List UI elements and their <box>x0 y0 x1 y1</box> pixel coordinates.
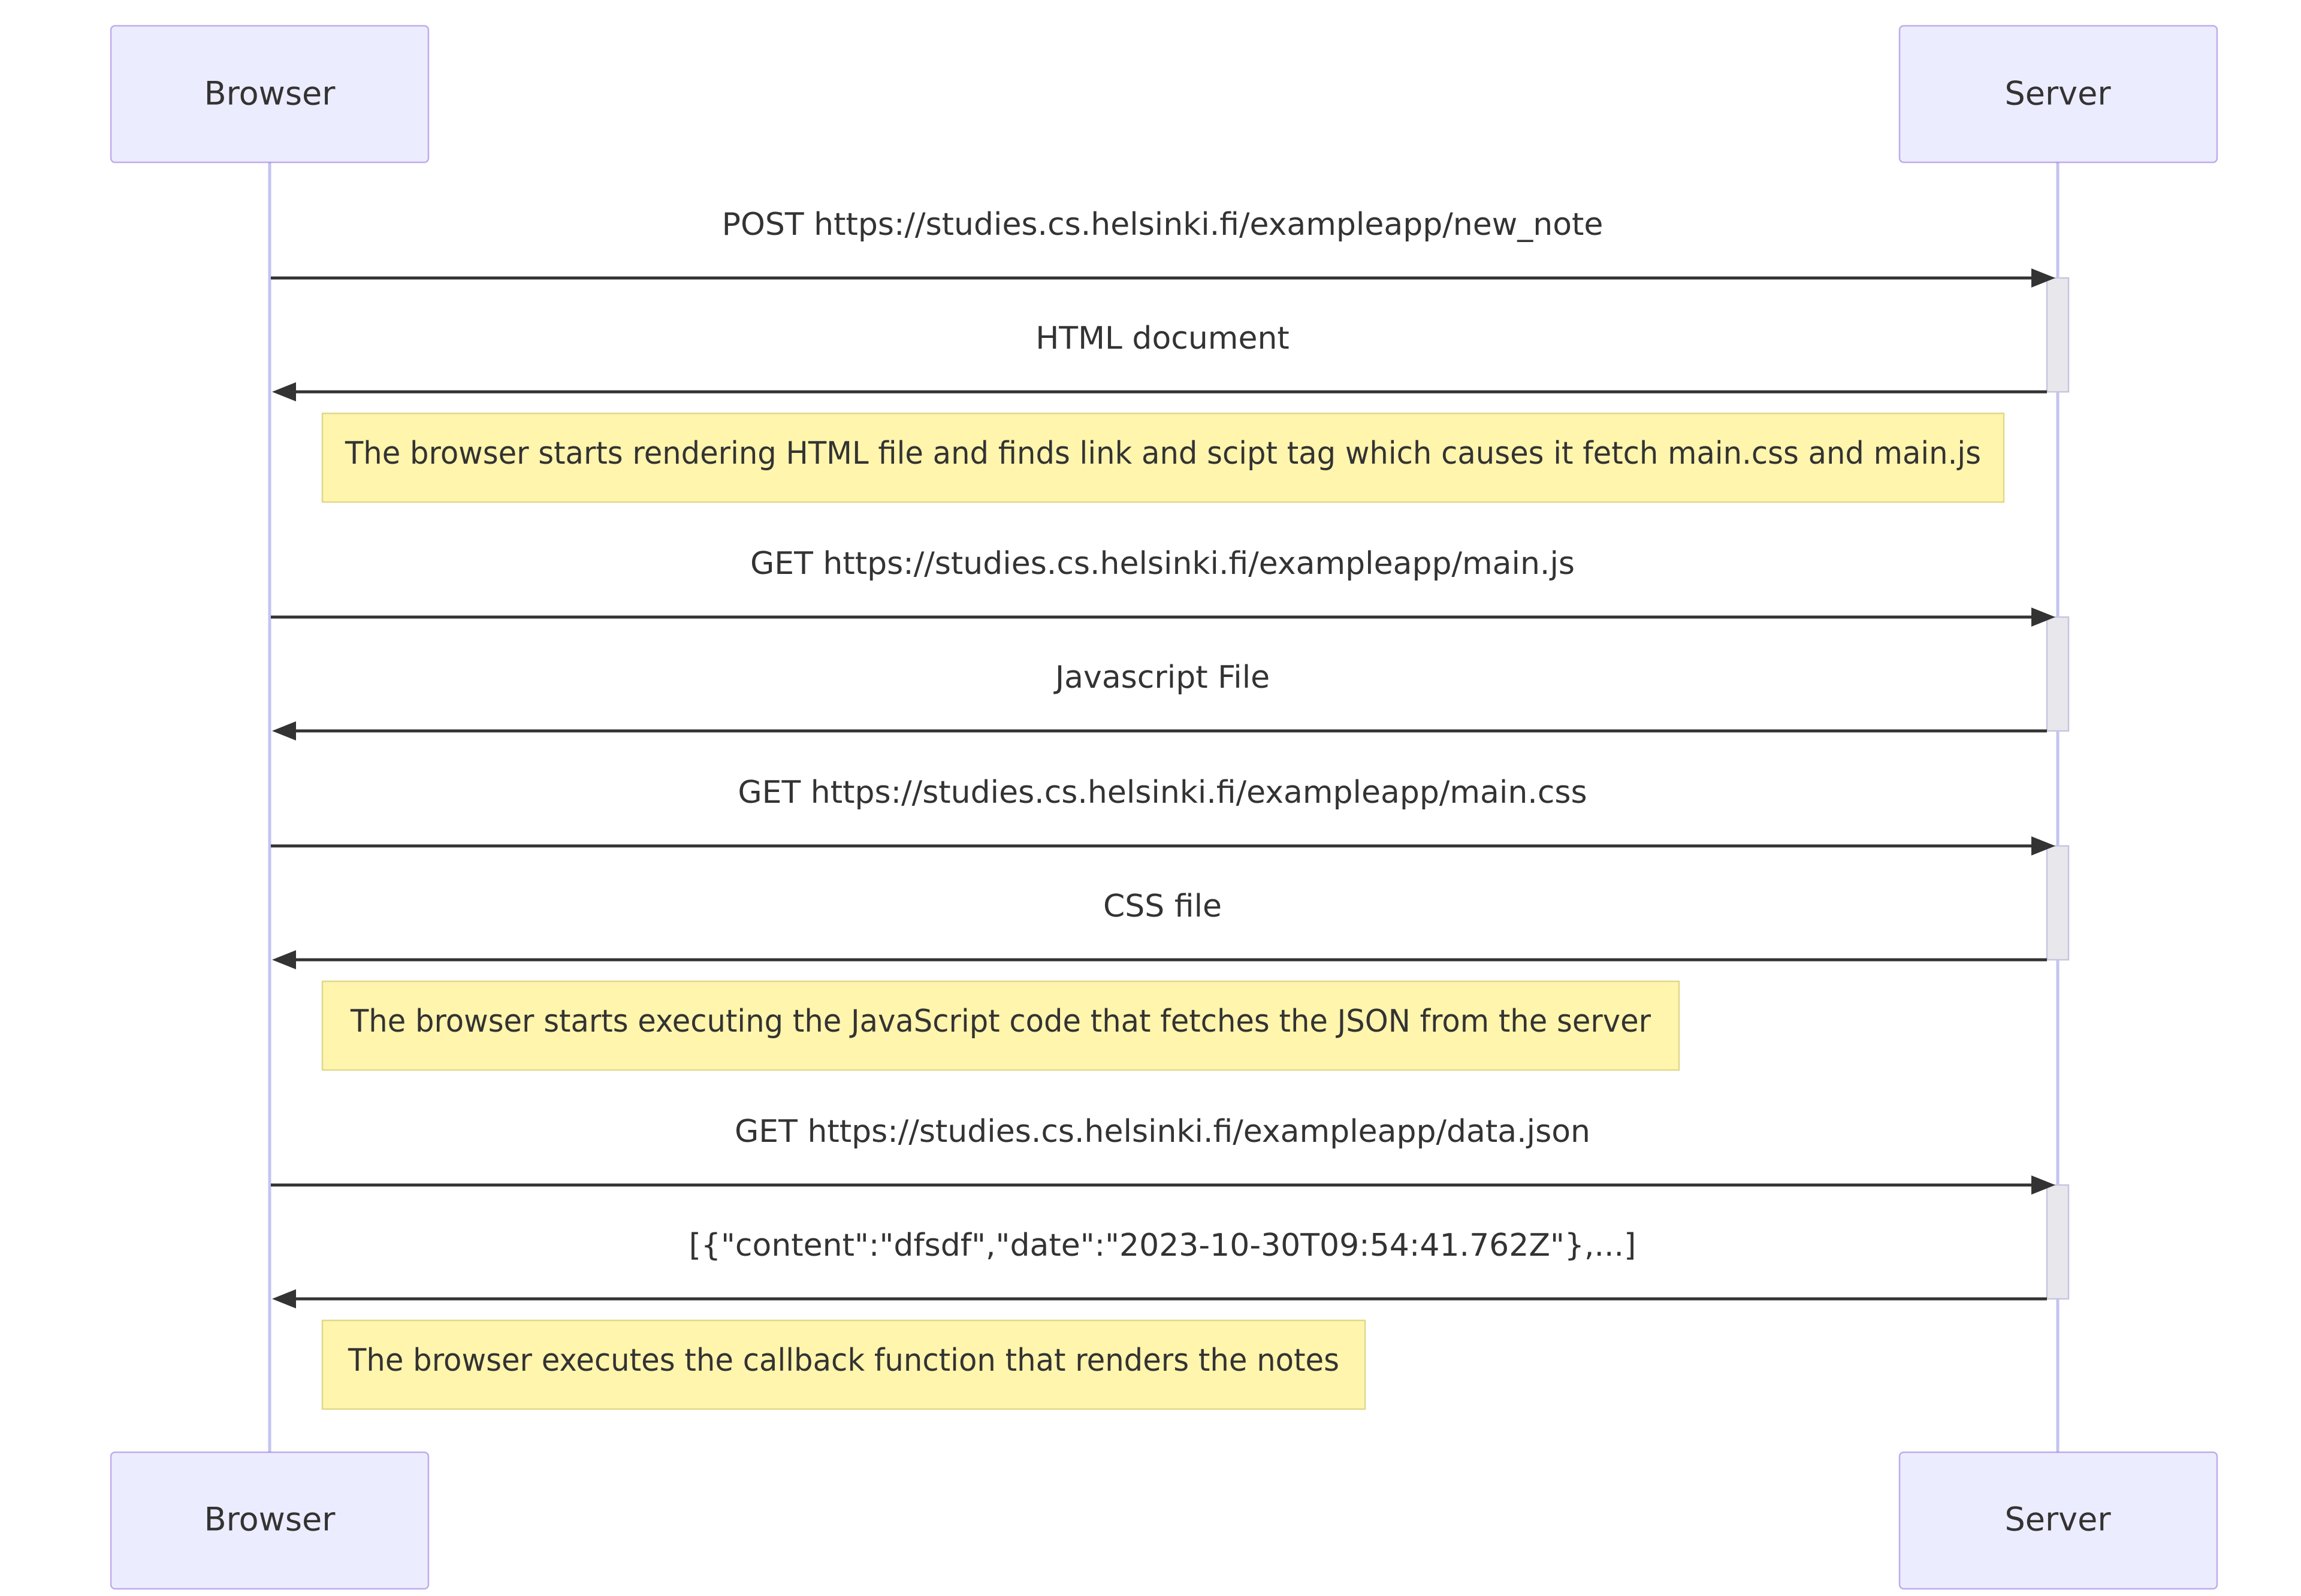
message-label: GET https://studies.cs.helsinki.fi/examp… <box>750 546 1575 582</box>
message-label: GET https://studies.cs.helsinki.fi/examp… <box>738 775 1587 811</box>
note-text: The browser executes the callback functi… <box>348 1343 1339 1379</box>
message-label: GET https://studies.cs.helsinki.fi/examp… <box>735 1114 1590 1150</box>
server-activation-bar <box>2046 1184 2070 1300</box>
note-box: The browser starts rendering HTML file a… <box>321 412 2005 503</box>
response-arrowhead <box>272 1289 296 1308</box>
server-actor-label: Server <box>2004 1501 2111 1538</box>
message-label: [{"content":"dfsdf","date":"2023-10-30T0… <box>689 1228 1636 1264</box>
note-box: The browser executes the callback functi… <box>321 1319 1366 1410</box>
message-label: CSS file <box>1103 888 1222 924</box>
note-text: The browser starts rendering HTML file a… <box>345 436 1981 471</box>
message-label: POST https://studies.cs.helsinki.fi/exam… <box>722 207 1604 243</box>
response-arrowhead <box>272 950 296 969</box>
response-arrowhead <box>272 721 296 740</box>
browser-actor-label: Browser <box>204 1501 336 1538</box>
server-actor-top[interactable]: Server <box>1898 25 2218 164</box>
note-box: The browser starts executing the JavaScr… <box>321 980 1680 1071</box>
response-arrowhead <box>272 382 296 401</box>
server-activation-bar <box>2046 616 2070 732</box>
browser-actor-label: Browser <box>204 75 336 113</box>
message-label: HTML document <box>1035 321 1290 356</box>
note-text: The browser starts executing the JavaScr… <box>350 1003 1651 1039</box>
browser-actor-top[interactable]: Browser <box>110 25 430 164</box>
browser-actor-bottom[interactable]: Browser <box>110 1451 430 1590</box>
message-label: Javascript File <box>1053 660 1270 696</box>
server-actor-label: Server <box>2004 75 2111 113</box>
server-activation-bar <box>2046 845 2070 961</box>
sequence-diagram: Browser Server POST https://studies.cs.h… <box>110 25 2218 1590</box>
server-activation-bar <box>2046 277 2070 393</box>
server-actor-bottom[interactable]: Server <box>1898 1451 2218 1590</box>
